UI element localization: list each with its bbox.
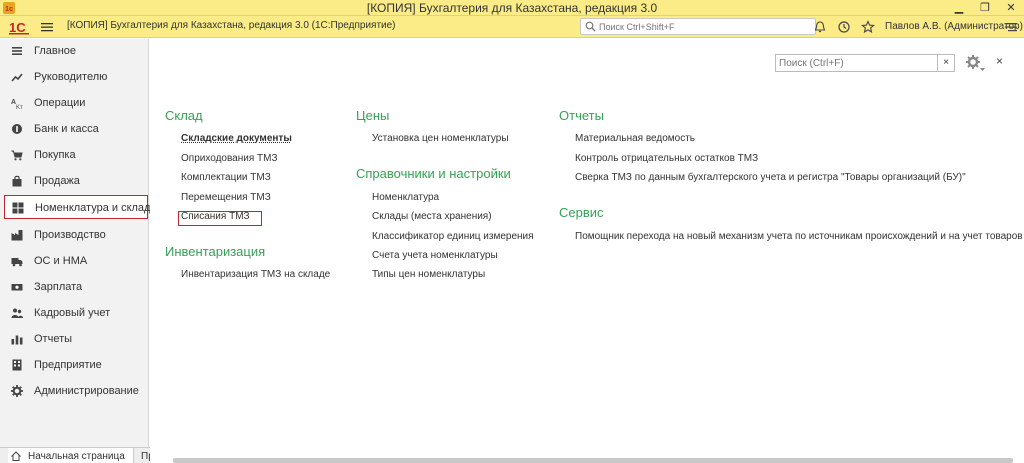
nav-label: Покупка [34,149,76,161]
nav-label: Руководителю [34,71,108,83]
nav-item-admin[interactable]: Администрирование [4,379,148,403]
nav-item-sales[interactable]: Продажа [4,169,148,193]
section-title-reports: Отчеты [559,108,604,123]
nav-label: Зарплата [34,281,83,293]
nav-label: Банк и касса [34,123,99,135]
nav-label: Номенклатура и склад [35,202,151,214]
section-title-inventory: Инвентаризация [165,244,266,259]
link-warehouse-docs[interactable]: Складские документы [181,133,292,144]
section-title-prices: Цены [356,108,390,123]
section-search-input[interactable] [779,57,929,69]
money-icon [11,284,23,291]
nav-item-salary[interactable]: Зарплата [4,275,148,299]
nav-item-bank[interactable]: Банк и касса [4,117,148,141]
grid-icon [12,202,24,214]
horizontal-scrollbar[interactable] [173,458,1013,463]
tab-next[interactable]: Пр [138,448,150,463]
chart-icon [11,335,23,345]
minimize-button[interactable]: ▁ [946,0,972,16]
building-icon [12,359,22,371]
link-negative-balance[interactable]: Контроль отрицательных остатков ТМЗ [575,153,758,164]
bell-icon[interactable] [812,19,828,35]
gear-icon [11,385,23,397]
coin-icon [12,124,22,134]
history-icon[interactable] [836,19,852,35]
link-units[interactable]: Классификатор единиц измерения [372,231,534,242]
bag-icon [12,175,22,187]
nav-label: Кадровый учет [34,307,111,319]
trend-icon [11,73,23,82]
link-assembly[interactable]: Комплектации ТМЗ [181,172,271,183]
star-icon[interactable] [860,19,876,35]
nav-item-reports[interactable]: Отчеты [4,327,148,351]
cart-icon [11,150,23,161]
link-warehouses[interactable]: Склады (места хранения) [372,211,492,222]
sections-panel: Главное Руководителю A Kт Операции Банк и… [0,39,151,447]
nav-item-main[interactable]: Главное [4,39,148,63]
global-search-input[interactable] [599,20,809,33]
nav-label: Продажа [34,175,80,187]
window-title: [КОПИЯ] Бухгалтерия для Казахстана, реда… [366,1,658,15]
highlight-box [178,211,262,226]
nav-label: Отчеты [34,333,73,345]
link-reconciliation[interactable]: Сверка ТМЗ по данным бухгалтерского учет… [575,172,966,183]
link-receipts[interactable]: Оприходования ТМЗ [181,153,278,164]
nav-item-operations[interactable]: A Kт Операции [4,91,148,115]
search-icon [585,21,596,32]
app-breadcrumb: [КОПИЯ] Бухгалтерия для Казахстана, реда… [67,20,396,31]
nav-label: Производство [34,229,106,241]
link-price-types[interactable]: Типы цен номенклатуры [372,269,485,280]
section-title-sklad: Склад [165,108,203,123]
title-bar: 1c [КОПИЯ] Бухгалтерия для Казахстана, р… [0,0,1024,16]
link-transfers[interactable]: Перемещения ТМЗ [181,192,271,203]
link-inventory[interactable]: Инвентаризация ТМЗ на складе [181,269,330,280]
svg-text:1C: 1C [9,20,26,35]
section-content: × × Склад Складские документы Оприходова… [150,39,1024,458]
maximize-button[interactable]: ❐ [972,0,998,16]
nav-item-hr[interactable]: Кадровый учет [4,301,148,325]
svg-text:Kт: Kт [16,105,23,109]
nav-label: Администрирование [34,385,139,397]
nav-item-production[interactable]: Производство [4,223,148,247]
link-migration-assistant[interactable]: Помощник перехода на новый механизм учет… [575,231,1024,242]
open-windows-bar: Начальная страница Пр [0,447,150,463]
home-icon [11,451,21,461]
1c-logo-icon: 1C [9,20,29,35]
nav-label: Предприятие [34,359,102,371]
settings-menu-icon[interactable] [1003,19,1019,35]
nav-item-purchase[interactable]: Покупка [4,143,148,167]
link-nomenclature[interactable]: Номенклатура [372,192,439,203]
app-toolbar: 1C [КОПИЯ] Бухгалтерия для Казахстана, р… [0,16,1024,38]
nav-item-manager[interactable]: Руководителю [4,65,148,89]
hamburger-menu-icon[interactable] [40,20,54,34]
nav-label: Главное [34,45,77,57]
tab-label: Начальная страница [28,451,125,462]
close-window-button[interactable]: ✕ [998,0,1024,16]
tab-home-page[interactable]: Начальная страница [8,448,134,463]
factory-icon [11,230,23,241]
tab-label: Пр [141,451,150,462]
list-icon [12,47,22,55]
nav-label: Операции [34,97,86,109]
nav-item-nomenclature[interactable]: Номенклатура и склад [4,195,151,219]
link-accounts[interactable]: Счета учета номенклатуры [372,250,498,261]
section-title-references: Справочники и настройки [356,166,511,181]
operations-icon: AKт [11,99,23,109]
section-title-service: Сервис [559,205,604,220]
people-icon [11,308,23,318]
truck-icon [11,258,23,267]
nav-item-assets[interactable]: ОС и НМА [4,249,148,273]
link-material-statement[interactable]: Материальная ведомость [575,133,695,144]
link-set-prices[interactable]: Установка цен номенклатуры [372,133,509,144]
settings-gear-icon[interactable] [964,53,986,73]
nav-item-enterprise[interactable]: Предприятие [4,353,148,377]
clear-search-button[interactable]: × [937,55,954,71]
global-search[interactable] [580,18,816,35]
section-search[interactable]: × [775,54,955,72]
nav-label: ОС и НМА [34,255,88,267]
close-section-button[interactable]: × [996,55,1006,67]
